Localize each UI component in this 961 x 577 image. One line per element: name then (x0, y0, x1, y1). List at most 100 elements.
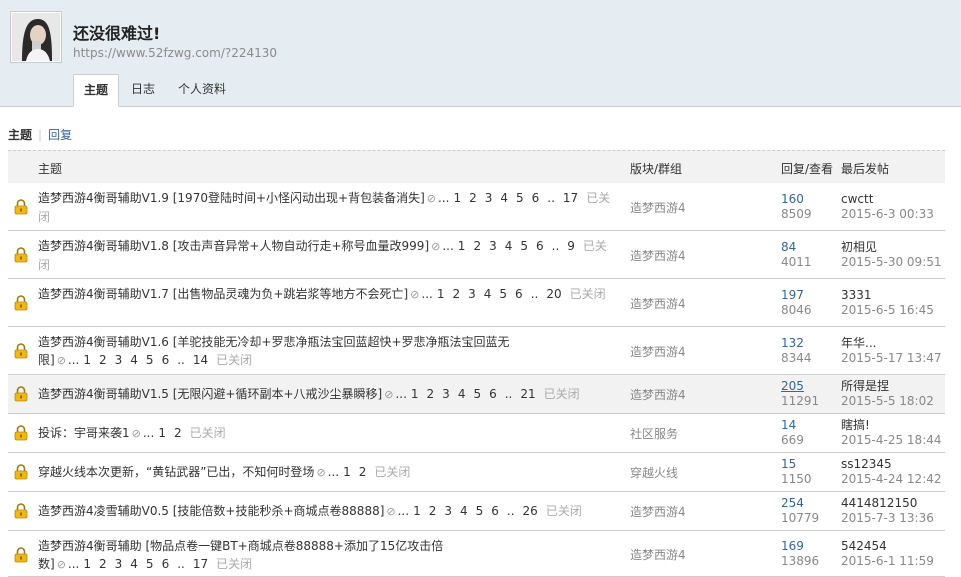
page-link[interactable]: 6 (515, 287, 523, 301)
page-link[interactable]: 4 (130, 557, 138, 571)
page-link[interactable]: 5 (146, 557, 154, 571)
page-link[interactable]: 21 (520, 387, 535, 401)
reply-count[interactable]: 169 (781, 539, 819, 554)
thread-title-link[interactable]: 穿越火线本次更新，“黄钻武器”已出，不知何时登场 (38, 465, 314, 479)
forum-link[interactable]: 造梦西游4 (630, 386, 686, 403)
page-link[interactable]: 3 (115, 557, 123, 571)
page-link[interactable]: 2 (469, 191, 477, 205)
page-link[interactable]: 1 (453, 191, 461, 205)
last-post-time[interactable]: 2015-5-30 09:51 (841, 255, 942, 270)
thread-title-link[interactable]: 造梦西游4衡哥辅助V1.9 [1970登陆时间+小怪闪动出现+背包装备消失] (38, 191, 425, 205)
thread-title-link[interactable]: 造梦西游4衡哥辅助V1.6 [羊驼技能无冷却+罗悲净瓶法宝回蓝超快+罗悲净瓶法宝… (38, 335, 510, 367)
last-post-user[interactable]: ss12345 (841, 457, 942, 472)
page-link[interactable]: 6 (489, 387, 497, 401)
page-link[interactable]: 4 (458, 387, 466, 401)
reply-count[interactable]: 84 (781, 240, 812, 255)
page-link[interactable]: 2 (99, 353, 107, 367)
page-link[interactable]: 2 (473, 239, 481, 253)
page-link[interactable]: 5 (146, 353, 154, 367)
page-link[interactable]: 26 (523, 504, 538, 518)
page-link[interactable]: 4 (484, 287, 492, 301)
last-post-user[interactable]: 4414812150 (841, 496, 934, 511)
page-link[interactable]: 3 (442, 387, 450, 401)
page-link[interactable]: 6 (491, 504, 499, 518)
page-link[interactable]: 2 (99, 557, 107, 571)
last-post-time[interactable]: 2015-6-5 16:45 (841, 303, 934, 318)
page-link[interactable]: 3 (444, 504, 452, 518)
page-link[interactable]: 4 (460, 504, 468, 518)
forum-link[interactable]: 造梦西游4 (630, 546, 686, 563)
forum-link[interactable]: 造梦西游4 (630, 343, 686, 360)
reply-count[interactable]: 197 (781, 288, 812, 303)
page-link[interactable]: 5 (476, 504, 484, 518)
last-post-user[interactable]: 3331 (841, 288, 934, 303)
page-link[interactable]: 3 (489, 239, 497, 253)
page-link[interactable]: 1 (413, 504, 421, 518)
subnav-threads[interactable]: 主题 (8, 128, 32, 142)
page-link[interactable]: 17 (563, 191, 578, 205)
last-post-time[interactable]: 2015-4-24 12:42 (841, 472, 942, 487)
forum-link[interactable]: 造梦西游4 (630, 503, 686, 520)
page-link[interactable]: 1 (158, 426, 166, 440)
profile-url[interactable]: https://www.52fzwg.com/?224130 (73, 46, 277, 60)
thread-title-link[interactable]: 造梦西游4衡哥辅助V1.7 [出售物品灵魂为负+跳岩浆等地方不会死亡] (38, 287, 408, 301)
page-link[interactable]: 6 (532, 191, 540, 205)
subnav-replies[interactable]: 回复 (48, 128, 72, 142)
reply-count[interactable]: 132 (781, 336, 812, 351)
reply-count[interactable]: 15 (781, 457, 812, 472)
page-link[interactable]: 2 (174, 426, 182, 440)
avatar[interactable] (10, 11, 62, 63)
page-link[interactable]: 3 (468, 287, 476, 301)
thread-title-link[interactable]: 造梦西游4衡哥辅助V1.8 [攻击声音异常+人物自动行走+称号血量改999] (38, 239, 429, 253)
last-post-time[interactable]: 2015-7-3 13:36 (841, 511, 934, 526)
last-post-time[interactable]: 2015-6-1 11:59 (841, 554, 934, 569)
page-link[interactable]: 2 (359, 465, 367, 479)
page-link[interactable]: 6 (162, 557, 170, 571)
last-post-user[interactable]: 初相见 (841, 240, 942, 255)
page-link[interactable]: 2 (427, 387, 435, 401)
forum-link[interactable]: 造梦西游4 (630, 247, 686, 264)
page-link[interactable]: 5 (499, 287, 507, 301)
page-link[interactable]: 6 (536, 239, 544, 253)
tab-profile[interactable]: 个人资料 (171, 74, 233, 105)
page-link[interactable]: 20 (546, 287, 561, 301)
last-post-time[interactable]: 2015-5-5 18:02 (841, 394, 934, 409)
thread-title-link[interactable]: 造梦西游4衡哥辅助V1.5 [无限闪避+循环副本+八戒沙尘暴瞬移] (38, 387, 382, 401)
last-post-user[interactable]: 542454 (841, 539, 934, 554)
page-link[interactable]: 1 (458, 239, 466, 253)
last-post-time[interactable]: 2015-5-17 13:47 (841, 351, 942, 366)
last-post-user[interactable]: 所得是捏 (841, 379, 934, 394)
page-link[interactable]: 9 (567, 239, 575, 253)
tab-blog[interactable]: 日志 (123, 74, 163, 105)
page-link[interactable]: 1 (437, 287, 445, 301)
page-link[interactable]: 4 (500, 191, 508, 205)
page-link[interactable]: 1 (83, 557, 91, 571)
page-link[interactable]: 5 (473, 387, 481, 401)
forum-link[interactable]: 造梦西游4 (630, 199, 686, 216)
page-link[interactable]: 4 (130, 353, 138, 367)
forum-link[interactable]: 社区服务 (630, 425, 678, 442)
last-post-time[interactable]: 2015-6-3 00:33 (841, 207, 934, 222)
page-link[interactable]: 1 (411, 387, 419, 401)
forum-link[interactable]: 穿越火线 (630, 464, 678, 481)
last-post-time[interactable]: 2015-4-25 18:44 (841, 433, 942, 448)
page-link[interactable]: 1 (83, 353, 91, 367)
page-link[interactable]: 2 (452, 287, 460, 301)
page-link[interactable]: 17 (193, 557, 208, 571)
thread-title-link[interactable]: 造梦西游4凌雪辅助V0.5 [技能倍数+技能秒杀+商城点卷88888] (38, 504, 384, 518)
last-post-user[interactable]: 年华... (841, 336, 942, 351)
forum-link[interactable]: 造梦西游4 (630, 295, 686, 312)
page-link[interactable]: 3 (485, 191, 493, 205)
reply-count[interactable]: 254 (781, 496, 819, 511)
page-link[interactable]: 3 (115, 353, 123, 367)
tab-threads[interactable]: 主题 (73, 74, 119, 107)
last-post-user[interactable]: cwctt (841, 192, 934, 207)
page-link[interactable]: 4 (505, 239, 513, 253)
page-link[interactable]: 2 (429, 504, 437, 518)
page-link[interactable]: 1 (343, 465, 351, 479)
page-link[interactable]: 6 (162, 353, 170, 367)
reply-count[interactable]: 205 (781, 379, 819, 394)
page-link[interactable]: 14 (193, 353, 208, 367)
thread-title-link[interactable]: 投诉：宇哥来袭1 (38, 426, 130, 440)
page-link[interactable]: 5 (516, 191, 524, 205)
